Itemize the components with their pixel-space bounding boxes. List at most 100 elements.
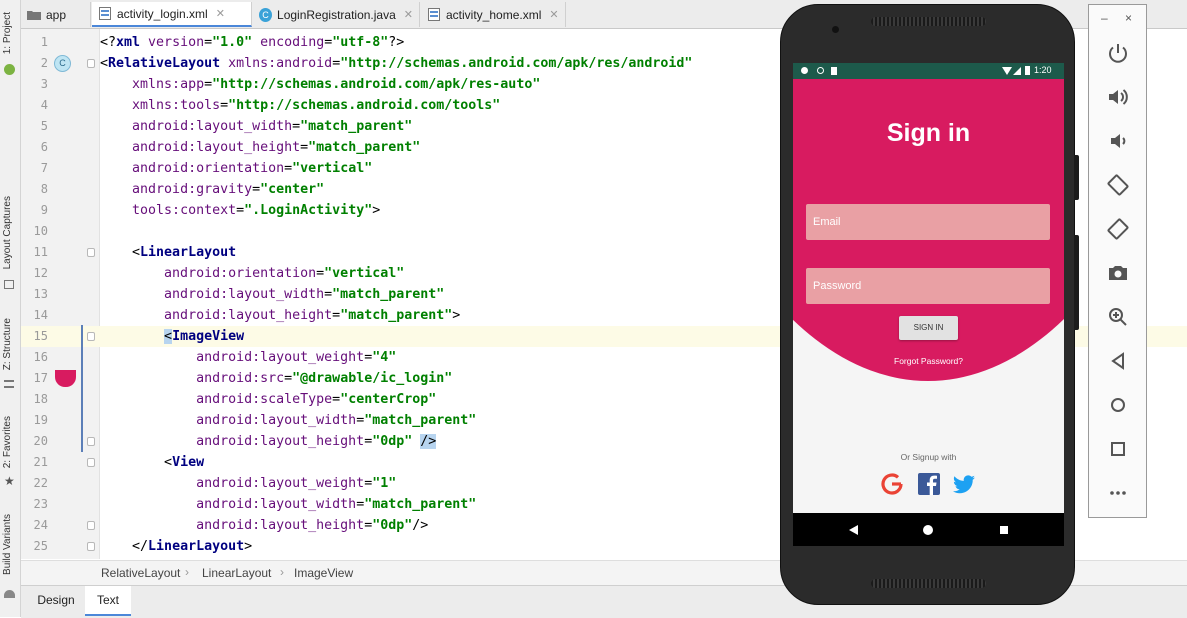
favorites-tool-tab[interactable]: 2: Favorites (2, 416, 13, 468)
email-field[interactable]: Email (806, 204, 1050, 240)
android-small-icon (4, 590, 15, 598)
tab-activity-home[interactable]: activity_home.xml ✕ (421, 2, 566, 27)
rotate-right-icon[interactable] (1106, 217, 1130, 241)
folder-icon (27, 8, 41, 22)
captures-icon (4, 280, 14, 289)
project-tab-label: 1: Project (2, 12, 13, 55)
close-button[interactable]: × (1125, 11, 1132, 25)
close-icon[interactable]: ✕ (549, 8, 558, 21)
line-number: 9 (40, 203, 48, 217)
tab-design[interactable]: Design (31, 586, 81, 614)
fold-marker-icon[interactable] (87, 248, 95, 257)
code-text: android:layout_weight="1" (196, 476, 397, 491)
fold-marker-icon[interactable] (87, 521, 95, 530)
line-number: 19 (33, 413, 48, 427)
code-text: android:layout_width="match_parent" (196, 497, 477, 512)
line-number: 20 (33, 434, 48, 448)
class-icon: C (259, 7, 273, 22)
status-bar: 1:20 (793, 63, 1064, 79)
nav-home-icon[interactable] (919, 521, 937, 539)
bottom-speaker (871, 579, 986, 588)
more-icon[interactable] (1106, 481, 1130, 505)
breadcrumb-item[interactable]: LinearLayout (202, 566, 271, 580)
volume-down-icon[interactable] (1106, 129, 1130, 153)
volume-up-icon[interactable] (1106, 85, 1130, 109)
power-icon[interactable] (1106, 41, 1130, 65)
drawable-preview-icon[interactable] (55, 370, 76, 387)
close-icon[interactable]: ✕ (404, 8, 413, 21)
code-text: xmlns:tools="http://schemas.android.com/… (132, 98, 501, 113)
nav-back-icon[interactable] (845, 521, 863, 539)
line-number: 13 (33, 287, 48, 301)
facebook-icon[interactable] (916, 471, 942, 497)
project-tool-tab[interactable]: 1: Project (2, 12, 13, 54)
zoom-icon[interactable] (1106, 305, 1130, 329)
structure-tool-tab[interactable]: Z: Structure (2, 318, 13, 370)
emulator-device: 1:20 Sign in Email Password SIGN IN Forg… (780, 4, 1079, 605)
top-speaker (871, 17, 986, 26)
overview-icon[interactable] (1106, 437, 1130, 461)
password-field[interactable]: Password (806, 268, 1050, 304)
line-number: 11 (33, 245, 48, 259)
line-number: 8 (40, 182, 48, 196)
favorites-tab-label: 2: Favorites (2, 416, 13, 469)
device-screen[interactable]: 1:20 Sign in Email Password SIGN IN Forg… (793, 63, 1064, 546)
tab-label: activity_home.xml (446, 7, 542, 22)
forgot-password-link[interactable]: Forgot Password? (793, 356, 1064, 366)
code-text: android:layout_weight="4" (196, 350, 397, 365)
clock: 1:20 (1034, 65, 1052, 75)
google-icon[interactable] (879, 471, 905, 497)
structure-icon (4, 380, 14, 388)
code-text: xmlns:app="http://schemas.android.com/ap… (132, 77, 541, 92)
tab-activity-login[interactable]: activity_login.xml ✕ (92, 2, 252, 27)
sign-in-button[interactable]: SIGN IN (899, 316, 958, 340)
layout-captures-tab-label: Layout Captures (2, 196, 13, 270)
code-text: android:src="@drawable/ic_login" (196, 371, 453, 386)
twitter-icon[interactable] (951, 471, 977, 497)
code-text: <ImageView (164, 329, 245, 344)
back-icon[interactable] (1106, 349, 1130, 373)
minimize-button[interactable]: – (1101, 11, 1108, 25)
tab-label: LoginRegistration.java (277, 7, 396, 22)
tab-text[interactable]: Text (85, 586, 131, 616)
line-number: 17 (33, 371, 48, 385)
rotate-left-icon[interactable] (1106, 173, 1130, 197)
code-text: android:orientation="vertical" (164, 266, 405, 281)
fold-marker-icon[interactable] (87, 437, 95, 446)
line-number: 25 (33, 539, 48, 553)
camera-icon[interactable] (1106, 261, 1130, 285)
fold-marker-icon[interactable] (87, 59, 95, 68)
home-icon[interactable] (1106, 393, 1130, 417)
tab-app[interactable]: app (21, 2, 91, 27)
line-number: 15 (33, 329, 48, 343)
tab-label: activity_login.xml (117, 6, 208, 21)
layout-captures-tool-tab[interactable]: Layout Captures (2, 196, 13, 269)
line-number: 21 (33, 455, 48, 469)
sd-card-icon (831, 67, 837, 75)
build-variants-tool-tab[interactable]: Build Variants (2, 514, 13, 575)
xml-layout-icon (98, 7, 112, 21)
sign-in-title: Sign in (886, 119, 971, 147)
line-number: 7 (40, 161, 48, 175)
line-number: 5 (40, 119, 48, 133)
line-number: 12 (33, 266, 48, 280)
line-number: 18 (33, 392, 48, 406)
nav-overview-icon[interactable] (995, 521, 1013, 539)
fold-marker-icon[interactable] (87, 458, 95, 467)
code-text: android:layout_height="match_parent" (132, 140, 421, 155)
close-icon[interactable]: ✕ (216, 7, 225, 20)
volume-key[interactable] (1074, 235, 1079, 330)
chevron-right-icon: › (280, 565, 284, 579)
code-text: android:layout_width="match_parent" (132, 119, 413, 134)
code-text: android:layout_height="match_parent"> (164, 308, 461, 323)
code-text: <RelativeLayout xmlns:android="http://sc… (100, 56, 693, 71)
breadcrumb-item[interactable]: ImageView (294, 566, 353, 580)
star-icon: ★ (4, 474, 15, 488)
fold-marker-icon[interactable] (87, 542, 95, 551)
power-key[interactable] (1074, 155, 1079, 200)
tab-login-registration[interactable]: C LoginRegistration.java ✕ (253, 2, 420, 27)
structure-tab-label: Z: Structure (2, 318, 13, 371)
breadcrumb-item[interactable]: RelativeLayout (101, 566, 180, 580)
fold-marker-icon[interactable] (87, 332, 95, 341)
class-gutter-icon[interactable]: C (54, 55, 71, 72)
